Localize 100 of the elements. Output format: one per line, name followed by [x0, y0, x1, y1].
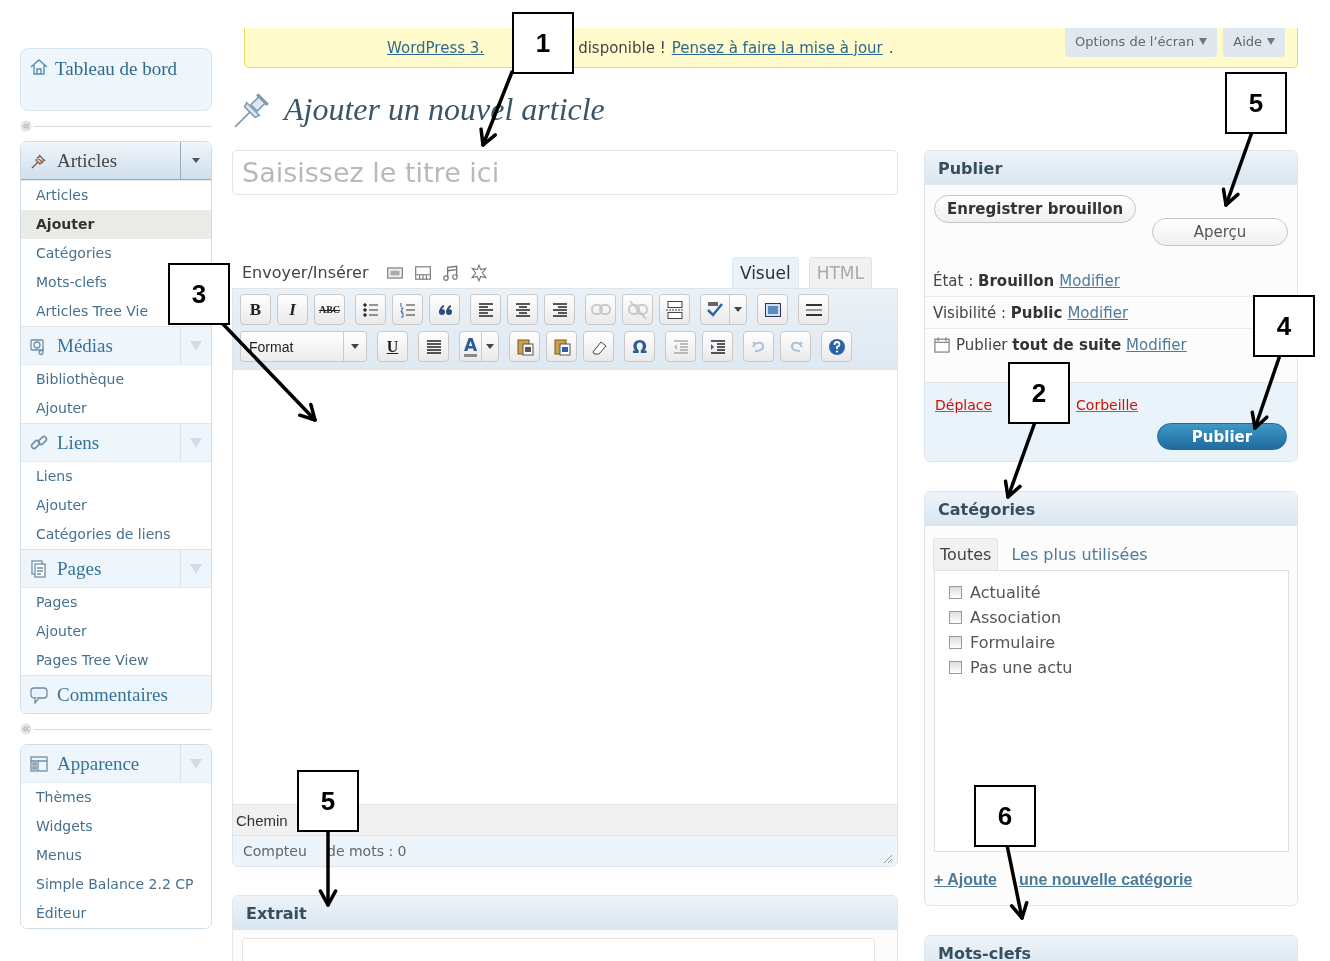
menu-header[interactable]: Commentaires [21, 675, 211, 713]
menu-header[interactable]: Apparence [21, 745, 211, 782]
kitchen-button[interactable] [798, 294, 829, 325]
star-burst-icon[interactable] [470, 264, 489, 282]
category-tab[interactable]: Toutes [933, 538, 999, 570]
category-tab[interactable]: Les plus utilisées [1004, 538, 1155, 570]
menu-header[interactable]: Articles [21, 142, 211, 180]
menu-header[interactable]: Liens [21, 423, 211, 461]
music-note-icon[interactable] [442, 264, 461, 282]
more-button[interactable] [659, 294, 690, 325]
word-count: Compteu [243, 843, 308, 859]
eraser-button[interactable] [583, 331, 615, 362]
box-header[interactable]: Publier [925, 151, 1297, 185]
checkbox[interactable] [949, 661, 962, 674]
submenu-item[interactable]: Ajouter [36, 216, 95, 233]
help-icon [826, 336, 847, 357]
box-title: Mots-clefs [938, 943, 1032, 961]
menu-header[interactable]: Pages [21, 549, 211, 587]
omega-button[interactable]: Ω [624, 331, 656, 362]
submenu-item[interactable]: Thèmes [36, 789, 92, 806]
submenu-item[interactable]: Ajouter [36, 497, 87, 514]
numbers-button[interactable] [392, 294, 423, 325]
submenu-item[interactable]: Ajouter [36, 400, 87, 417]
status-text: État : Brouillon [933, 271, 1055, 290]
edit-link[interactable]: Modifier [1067, 303, 1129, 322]
paste-text-button[interactable] [509, 331, 541, 362]
layout-icon [29, 753, 49, 774]
speech-bubble-icon [29, 684, 49, 705]
calendar-icon [933, 335, 951, 354]
image-icon[interactable] [386, 264, 405, 282]
checkbox[interactable] [949, 611, 962, 624]
broken-link-icon [627, 299, 648, 320]
preview-button[interactable]: Aperçu [1152, 218, 1288, 246]
resize-grip-icon[interactable] [881, 852, 893, 864]
box-header[interactable]: Mots-clefs [925, 936, 1297, 961]
italic-button[interactable]: I [277, 294, 308, 325]
bullets-button[interactable] [355, 294, 386, 325]
paste-word-button[interactable] [546, 331, 578, 362]
underline-button[interactable]: U [377, 331, 408, 362]
submenu-item[interactable]: Articles [36, 187, 89, 204]
clipboard-icon [551, 336, 572, 357]
edit-link[interactable]: Modifier [1059, 271, 1120, 290]
screen-tab[interactable]: Aide [1223, 28, 1285, 57]
help-button[interactable] [821, 331, 853, 362]
checkbox[interactable] [949, 586, 962, 599]
align-center-button[interactable] [507, 294, 538, 325]
submenu-item[interactable]: Ajouter [36, 623, 87, 640]
trash-link[interactable]: Déplace [935, 397, 993, 413]
editor-tab[interactable]: Visuel [731, 257, 799, 288]
edit-link[interactable]: Modifier [1126, 335, 1187, 354]
strike-button[interactable]: ABC [314, 294, 345, 325]
title-field[interactable]: Saisissez le titre ici [232, 150, 898, 195]
fullscreen-button[interactable] [757, 294, 788, 325]
submenu-item[interactable]: Liens [36, 468, 73, 485]
spell-button[interactable] [700, 294, 747, 325]
align-left-button[interactable] [470, 294, 501, 325]
submenu-item[interactable]: Éditeur [36, 905, 87, 922]
publish-button[interactable]: Publier [1157, 423, 1287, 450]
callout-number: 4 [1253, 295, 1315, 357]
notice-link[interactable]: Pensez à faire la mise à jour [671, 38, 883, 57]
box-title: Catégories [938, 499, 1036, 519]
callout-number: 6 [974, 785, 1036, 847]
save-draft-button[interactable]: Enregistrer brouillon [934, 195, 1137, 223]
align-right-button[interactable] [544, 294, 575, 325]
notice-link[interactable]: WordPress 3. [387, 38, 485, 57]
menu-header[interactable]: Médias [21, 326, 211, 364]
category-label: Actualité [970, 583, 1041, 602]
notice-text: . [888, 38, 894, 57]
submenu-item[interactable]: Widgets [36, 818, 93, 835]
indent-button[interactable] [702, 331, 734, 362]
submenu-item[interactable]: Bibliothèque [36, 371, 125, 388]
submenu-item[interactable]: Simple Balance 2.2 CP [36, 876, 194, 893]
callout-number: 5 [1225, 72, 1287, 134]
add-category-link[interactable]: une nouvelle catégorie [1018, 871, 1193, 889]
submenu-item[interactable]: Catégories [36, 245, 112, 262]
bold-button[interactable]: B [240, 294, 271, 325]
box-header[interactable]: Catégories [925, 492, 1297, 526]
add-category-link[interactable]: + Ajoute [934, 871, 997, 889]
quote-button[interactable] [429, 294, 460, 325]
collapse-icon[interactable] [20, 723, 32, 735]
submenu-item[interactable]: Mots-clefs [36, 274, 107, 291]
submenu-item[interactable]: Catégories de liens [36, 526, 171, 543]
collapse-icon[interactable] [20, 120, 32, 132]
callout-number: 1 [512, 12, 574, 74]
checkbox[interactable] [949, 636, 962, 649]
film-icon[interactable] [414, 264, 433, 282]
dashboard-menu-item[interactable]: Tableau de bord [20, 48, 212, 111]
submenu-item[interactable]: Pages Tree View [36, 652, 149, 669]
submenu-item[interactable]: Articles Tree Vie [36, 303, 149, 320]
submenu-item[interactable]: Menus [36, 847, 82, 864]
screen-tab[interactable]: Options de l’écran [1065, 28, 1218, 57]
submenu-item[interactable]: Pages [36, 594, 78, 611]
format-dropdown[interactable]: Format [240, 331, 367, 362]
box-header[interactable]: Extrait [233, 896, 897, 930]
justify-button[interactable] [418, 331, 449, 362]
trash-link[interactable]: Corbeille [1076, 397, 1138, 413]
house-icon [29, 57, 49, 77]
category-label: Pas une actu [970, 658, 1073, 677]
color-button[interactable]: A [459, 331, 500, 362]
upload-label: Envoyer/Insérer [242, 263, 369, 284]
